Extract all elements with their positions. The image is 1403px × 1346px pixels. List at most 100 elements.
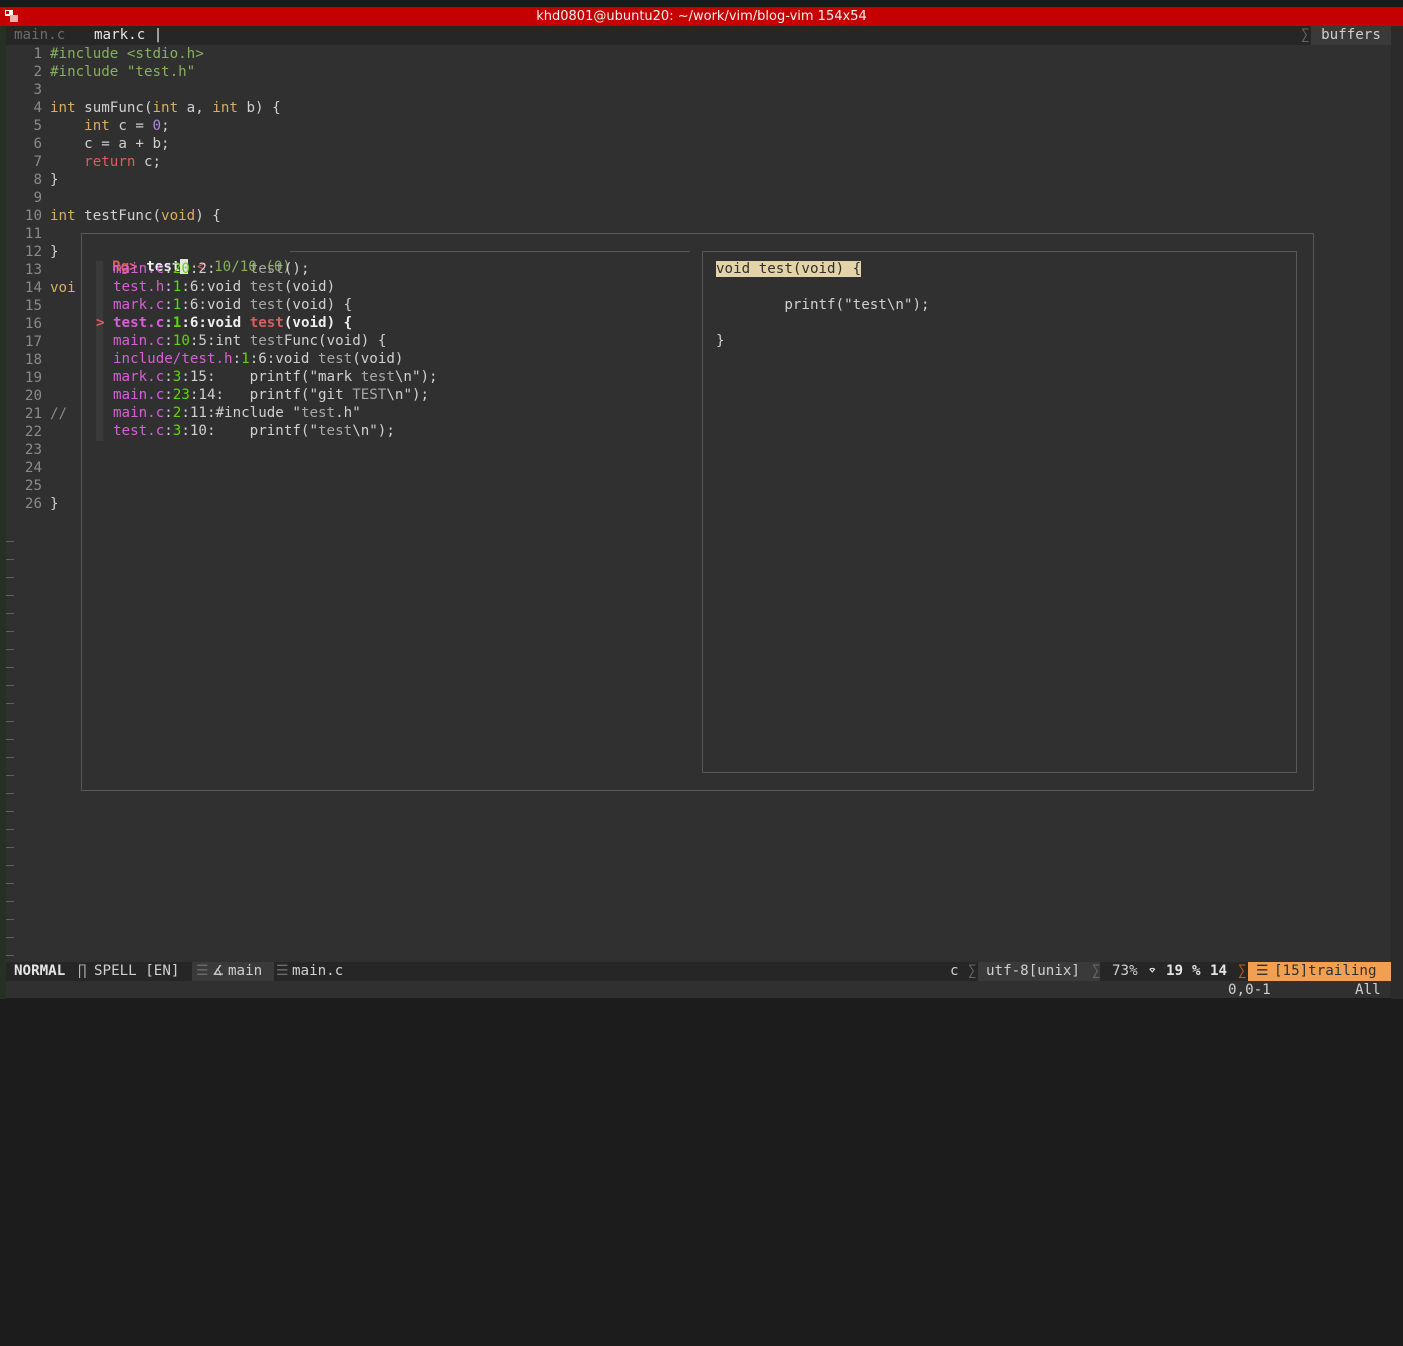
line-number: 13 bbox=[24, 262, 42, 278]
result-colon: : bbox=[164, 333, 173, 349]
ruler-all: All bbox=[1355, 982, 1381, 998]
line-number: 19 bbox=[24, 370, 42, 386]
code-line[interactable]: int sumFunc(int a, int b) { bbox=[50, 100, 281, 116]
segment-separator: ∑ bbox=[968, 963, 977, 979]
fzf-result-item[interactable]: include/test.h:1:6:void test(void) bbox=[113, 351, 403, 367]
result-gutter bbox=[96, 387, 103, 405]
fzf-result-item[interactable]: test.c:3:10: printf("test\n"); bbox=[113, 423, 395, 439]
result-text: :2: bbox=[189, 261, 250, 277]
result-text: \n"); bbox=[386, 387, 430, 403]
code-line[interactable]: voi bbox=[50, 280, 76, 296]
code-line[interactable]: int testFunc(void) { bbox=[50, 208, 221, 224]
line-number: 25 bbox=[24, 478, 42, 494]
result-file: test.c bbox=[113, 315, 165, 331]
segment-separator: ∑ bbox=[1092, 963, 1101, 979]
fzf-result-item[interactable]: main.c:20:2: test(); bbox=[113, 261, 309, 277]
statusline: NORMAL ∏ SPELL [EN] ☰ ∡ main ☰ main.c c … bbox=[6, 962, 1391, 981]
trailing-warning[interactable]: [15]trailing bbox=[1274, 962, 1377, 981]
result-colon: : bbox=[164, 423, 173, 439]
empty-line-marker bbox=[6, 955, 14, 956]
scrollbar-track[interactable] bbox=[1391, 26, 1403, 999]
code-line[interactable]: #include "test.h" bbox=[50, 64, 195, 80]
result-match: test bbox=[300, 405, 336, 421]
cursor-column: 14 bbox=[1210, 963, 1228, 979]
empty-line-marker bbox=[6, 613, 14, 614]
result-colon: : bbox=[164, 387, 173, 403]
result-file: mark.c bbox=[113, 297, 165, 313]
result-line: 20 bbox=[172, 261, 190, 277]
fzf-result-item[interactable]: test.h:1:6:void test(void) bbox=[113, 279, 335, 295]
fzf-result-item[interactable]: main.c:10:5:int testFunc(void) { bbox=[113, 333, 386, 349]
spell-status: SPELL [EN] bbox=[94, 963, 180, 979]
code-token: } bbox=[50, 244, 59, 260]
result-text: :15: printf("mark bbox=[181, 369, 361, 385]
terminal-app-icon bbox=[4, 9, 19, 23]
preview-highlight-line: void test(void) { bbox=[716, 261, 862, 277]
fzf-result-item[interactable]: main.c:23:14: printf("git TEST\n"); bbox=[113, 387, 429, 403]
empty-line-marker bbox=[6, 703, 14, 704]
buffers-label[interactable]: buffers bbox=[1311, 26, 1391, 45]
fzf-result-item[interactable]: mark.c:3:15: printf("mark test\n"); bbox=[113, 369, 438, 385]
result-text: :14: printf("git bbox=[189, 387, 353, 403]
result-match: test bbox=[360, 369, 395, 385]
code-line[interactable]: } bbox=[50, 172, 59, 188]
cursor-line: 19 bbox=[1166, 963, 1184, 979]
code-token: 0 bbox=[152, 118, 162, 134]
fzf-result-item[interactable]: mark.c:1:6:void test(void) { bbox=[113, 297, 352, 313]
tab-mark-c[interactable]: mark.c | bbox=[94, 27, 162, 43]
line-number: 16 bbox=[24, 316, 42, 332]
code-line[interactable]: c = a + b; bbox=[50, 136, 169, 152]
window-titlebar: khd0801@ubuntu20: ~/work/vim/blog-vim 15… bbox=[0, 7, 1403, 26]
fzf-result-item[interactable]: test.c:1:6:void test(void) { bbox=[113, 315, 352, 331]
line-number: 6 bbox=[33, 136, 42, 152]
code-token: // bbox=[50, 406, 68, 422]
tabline-separator: ∑ bbox=[1301, 27, 1310, 43]
empty-line-marker bbox=[6, 793, 14, 794]
preview-line: printf("test\n"); bbox=[716, 297, 930, 313]
code-line[interactable]: #include <stdio.h> bbox=[50, 46, 204, 62]
code-line[interactable]: int c = 0; bbox=[50, 118, 169, 134]
empty-line-marker bbox=[6, 685, 14, 686]
code-token: #include bbox=[50, 46, 119, 62]
prompt-separator bbox=[290, 251, 690, 252]
filetype: c bbox=[950, 963, 959, 979]
result-match: test bbox=[249, 261, 284, 277]
empty-line-marker bbox=[6, 667, 14, 668]
line-number: 23 bbox=[24, 442, 42, 458]
result-match: test bbox=[318, 423, 353, 439]
result-text: :6:void bbox=[181, 279, 250, 295]
line-number: 15 bbox=[24, 298, 42, 314]
result-text: (void) bbox=[283, 279, 336, 295]
result-match: test bbox=[318, 351, 353, 367]
code-line[interactable]: } bbox=[50, 244, 59, 260]
file-name: main.c bbox=[292, 963, 344, 979]
code-token: sumFunc( bbox=[75, 100, 153, 116]
result-line: 23 bbox=[172, 387, 190, 403]
column-icon: % bbox=[1192, 963, 1201, 979]
line-number: 9 bbox=[33, 190, 42, 206]
fzf-preview-pane[interactable] bbox=[702, 251, 1297, 773]
line-number: 14 bbox=[24, 280, 42, 296]
empty-line-marker bbox=[6, 829, 14, 830]
file-icon: ☰ bbox=[276, 963, 289, 979]
segment-separator: ∑ bbox=[1238, 963, 1247, 979]
top-gap bbox=[0, 0, 1403, 7]
result-colon: : bbox=[232, 351, 242, 367]
line-number: 7 bbox=[33, 154, 42, 170]
code-line[interactable]: // bbox=[50, 406, 67, 422]
tab-main-c[interactable]: main.c bbox=[14, 27, 65, 43]
code-line[interactable]: return c; bbox=[50, 154, 161, 170]
line-number: 12 bbox=[24, 244, 42, 260]
code-token: c; bbox=[135, 154, 162, 170]
line-number: 18 bbox=[24, 352, 42, 368]
encoding: utf-8[unix] bbox=[986, 963, 1080, 979]
code-line[interactable]: } bbox=[50, 496, 59, 512]
result-match: test bbox=[249, 315, 284, 331]
fzf-result-item[interactable]: main.c:2:11:#include "test.h" bbox=[113, 405, 361, 421]
empty-line-marker bbox=[6, 883, 14, 884]
preview-line: } bbox=[716, 333, 725, 349]
result-file: main.c bbox=[113, 261, 165, 277]
code-token: voi bbox=[50, 280, 76, 296]
line-number: 4 bbox=[33, 100, 42, 116]
